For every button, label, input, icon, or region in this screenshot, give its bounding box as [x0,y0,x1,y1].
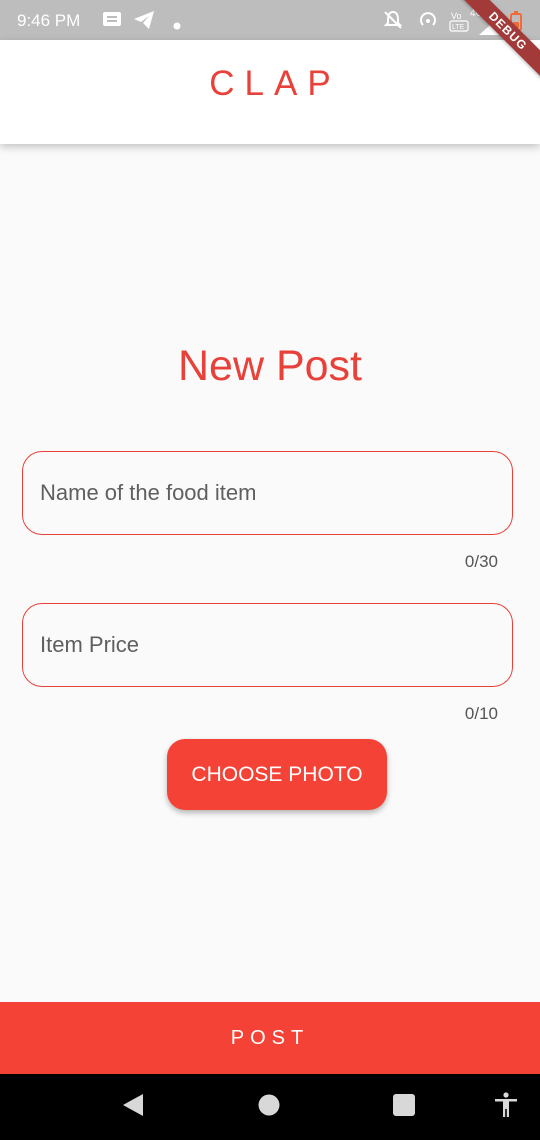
nav-bar [0,1074,540,1140]
hotspot-icon [418,10,438,35]
item-price-input[interactable] [40,604,490,686]
notifications-off-icon [383,10,403,35]
svg-text:Vo: Vo [451,11,462,21]
status-bar: 9:46 PM Vo LTE 4G [0,0,540,40]
back-icon [122,1093,144,1122]
food-name-field[interactable] [22,451,513,535]
dot-icon [173,17,181,35]
telegram-icon [133,10,155,35]
post-button[interactable]: POST [0,1002,540,1074]
food-name-counter: 0/30 [464,552,498,571]
battery-icon [510,11,522,36]
app-bar: CLAP [0,40,540,144]
recents-icon [393,1093,415,1121]
page-heading: New Post [177,342,362,390]
back-button[interactable] [103,1074,163,1140]
accessibility-icon [494,1091,518,1123]
app-title: CLAP [209,64,341,103]
home-button[interactable] [239,1074,299,1140]
item-price-counter: 0/10 [464,704,498,723]
home-icon [258,1094,280,1121]
volte-icon: Vo LTE [449,9,469,38]
choose-photo-button[interactable]: CHOOSE PHOTO [167,739,387,810]
status-time: 9:46 PM [17,11,81,30]
svg-text:LTE: LTE [452,24,465,31]
item-price-field[interactable] [22,603,513,687]
recents-button[interactable] [374,1074,434,1140]
food-name-input[interactable] [40,452,490,534]
accessibility-button[interactable] [476,1074,536,1140]
message-icon [102,10,122,33]
network-icon [478,16,500,41]
